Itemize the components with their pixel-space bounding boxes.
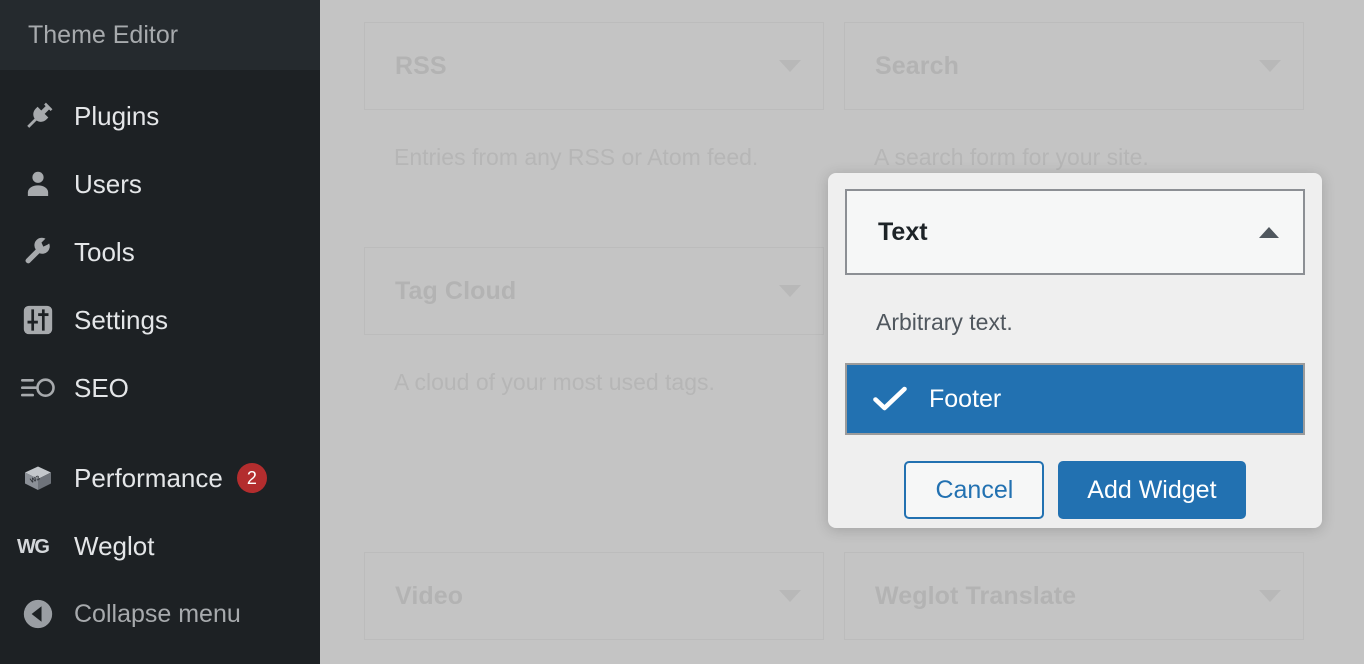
svg-text:WG: WG <box>17 536 49 558</box>
add-widget-modal: Text Arbitrary text. Footer Cancel Add W… <box>828 173 1322 528</box>
widget-description: Arbitrary text. <box>876 309 1013 335</box>
user-icon <box>16 162 60 206</box>
wrench-icon <box>16 230 60 274</box>
add-widget-button[interactable]: Add Widget <box>1058 461 1246 519</box>
weglot-wg-icon: WG <box>16 524 60 568</box>
widget-card-header[interactable]: Tag Cloud <box>364 247 824 335</box>
sliders-icon <box>16 298 60 342</box>
sidebar-nav-list: Plugins Users Tools Settings SEO W3 Perf… <box>0 70 320 648</box>
cancel-button[interactable]: Cancel <box>904 461 1045 519</box>
chevron-down-icon[interactable] <box>779 590 801 602</box>
plug-icon <box>16 94 60 138</box>
widget-card-video[interactable]: Video Displays a video from the media li <box>364 552 824 664</box>
widget-card-title: Tag Cloud <box>395 276 517 305</box>
sidebar-item-label: Collapse menu <box>74 599 241 628</box>
sidebar-item-label: Weglot <box>74 531 155 561</box>
selected-widget-label: Text <box>878 217 928 246</box>
sidebar-header: Theme Editor <box>0 0 320 70</box>
widget-card-search[interactable]: Search A search form for your site. <box>844 22 1304 169</box>
sidebar-item-label: Tools <box>74 237 135 267</box>
chevron-down-icon[interactable] <box>779 285 801 297</box>
widget-card-header[interactable]: Search <box>844 22 1304 110</box>
widget-card-weglot-translate[interactable]: Weglot Translate Display Weglot selector… <box>844 552 1304 664</box>
check-icon <box>873 386 907 412</box>
sidebar-item-performance[interactable]: W3 Performance 2 <box>0 444 320 512</box>
widget-card-header[interactable]: RSS <box>364 22 824 110</box>
yoast-seo-icon <box>16 366 60 410</box>
chevron-down-icon[interactable] <box>1259 590 1281 602</box>
collapse-arrow-icon <box>16 592 60 636</box>
widget-card-header[interactable]: Weglot Translate <box>844 552 1304 640</box>
caret-up-icon[interactable] <box>1259 226 1279 238</box>
status-badge: 2 <box>236 463 267 493</box>
widget-card-description: A cloud of your most used tags. <box>394 369 715 395</box>
sidebar-option-footer[interactable]: Footer <box>845 363 1305 435</box>
sidebar-item-collapse-menu[interactable]: Collapse menu <box>0 580 320 648</box>
chevron-down-icon[interactable] <box>1259 60 1281 72</box>
sidebar-item-weglot[interactable]: WG Weglot <box>0 512 320 580</box>
sidebar-item-tools[interactable]: Tools <box>0 218 320 286</box>
grid-spacer <box>364 169 824 247</box>
sidebar-item-users[interactable]: Users <box>0 150 320 218</box>
sidebar-item-label: Plugins <box>74 101 160 131</box>
widget-select-toggle[interactable]: Text <box>845 189 1305 275</box>
sidebar-item-label: Settings <box>74 305 168 335</box>
sidebar-item-plugins[interactable]: Plugins <box>0 82 320 150</box>
sidebar-item-seo[interactable]: SEO <box>0 354 320 422</box>
grid-spacer <box>364 394 824 552</box>
modal-actions: Cancel Add Widget <box>845 461 1305 519</box>
widget-card-title: Search <box>875 51 959 80</box>
sidebar-item-label: Performance <box>74 463 223 493</box>
widget-card-title: Weglot Translate <box>875 581 1077 610</box>
admin-sidebar: Theme Editor Plugins Users Tools Setting… <box>0 0 320 664</box>
sidebar-option-label: Footer <box>929 384 1002 413</box>
w3-cube-icon: W3 <box>16 456 60 500</box>
widget-card-tag-cloud[interactable]: Tag Cloud A cloud of your most used tags… <box>364 247 824 394</box>
chevron-down-icon[interactable] <box>779 60 801 72</box>
sidebar-item-label: Users <box>74 169 142 199</box>
page-title: Theme Editor <box>28 20 179 49</box>
widget-card-header[interactable]: Video <box>364 552 824 640</box>
widget-card-description: A search form for your site. <box>874 144 1149 170</box>
widget-card-rss[interactable]: RSS Entries from any RSS or Atom feed. <box>364 22 824 169</box>
sidebar-item-label: SEO <box>74 373 129 403</box>
widget-card-description: Displays a video from the media li <box>364 640 824 664</box>
widget-card-title: RSS <box>395 51 447 80</box>
widget-card-title: Video <box>395 581 464 610</box>
widget-card-description: Entries from any RSS or Atom feed. <box>394 144 759 170</box>
widget-card-description: Display Weglot selector in widget <box>844 640 1304 664</box>
sidebar-item-settings[interactable]: Settings <box>0 286 320 354</box>
